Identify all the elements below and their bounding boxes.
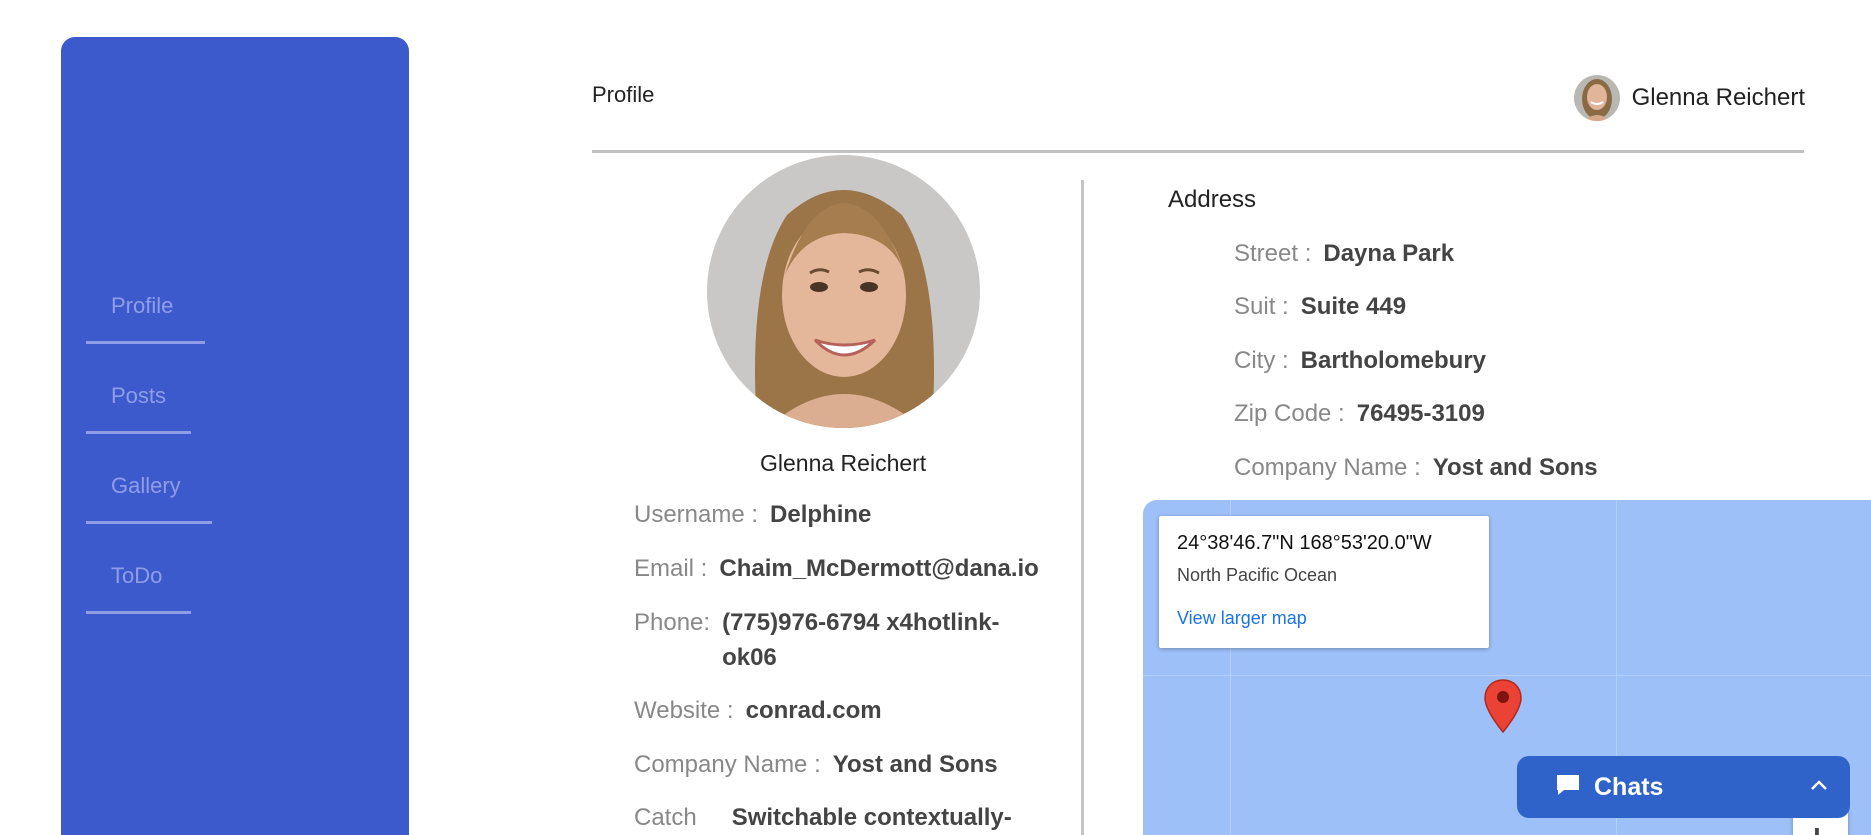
- field-label: Email :: [634, 555, 708, 582]
- sidebar-item-label: Gallery: [111, 473, 181, 498]
- address-company-field: Company Name : Yost and Sons: [1234, 450, 1598, 485]
- field-value: Switchable contextually-: [731, 804, 1012, 831]
- zoom-in-icon: +: [1807, 820, 1827, 835]
- field-label: Street :: [1234, 240, 1312, 267]
- suite-field: Suit : Suite 449: [1234, 289, 1406, 324]
- sidebar-item-profile[interactable]: Profile: [86, 293, 205, 344]
- catchphrase-field: Catch Switchable contextually-: [634, 800, 1012, 835]
- user-menu[interactable]: Glenna Reichert: [1573, 75, 1805, 121]
- profile-photo: [707, 155, 980, 428]
- sidebar-item-label: Posts: [111, 383, 167, 408]
- email-field: Email : Chaim_McDermott@dana.io: [634, 551, 1039, 586]
- field-label: City :: [1234, 347, 1289, 374]
- field-label: Catch: [634, 804, 697, 831]
- nav-underline: [86, 521, 212, 524]
- chats-widget[interactable]: Chats: [1517, 756, 1850, 818]
- user-name: Glenna Reichert: [1631, 84, 1805, 111]
- sidebar-item-todo[interactable]: ToDo: [86, 563, 191, 614]
- map-coordinates: 24°38'46.7"N 168°53'20.0"W: [1177, 532, 1432, 554]
- view-larger-map-link[interactable]: View larger map: [1177, 608, 1471, 629]
- nav-underline: [86, 431, 191, 434]
- map-place-name: North Pacific Ocean: [1177, 565, 1338, 585]
- map-pin-icon[interactable]: [1483, 678, 1523, 739]
- field-label: Suit :: [1234, 293, 1289, 320]
- map-info-card: 24°38'46.7"N 168°53'20.0"W North Pacific…: [1159, 516, 1489, 648]
- sidebar-item-posts[interactable]: Posts: [86, 383, 191, 434]
- address-title: Address: [1168, 186, 1257, 213]
- chat-bubble-icon: [1555, 773, 1581, 802]
- field-label: Website :: [634, 697, 734, 724]
- nav-underline: [86, 611, 191, 614]
- phone-field: Phone: (775)976-6794 x4hotlink-ok06: [634, 605, 1054, 675]
- header-divider: [592, 150, 1804, 153]
- field-value: Chaim_McDermott@dana.io: [719, 555, 1039, 582]
- field-label: Company Name :: [634, 751, 821, 778]
- column-divider: [1081, 180, 1084, 835]
- city-field: City : Bartholomebury: [1234, 343, 1486, 378]
- field-value: Bartholomebury: [1300, 347, 1487, 374]
- field-value: 76495-3109: [1356, 400, 1485, 427]
- street-field: Street : Dayna Park: [1234, 236, 1454, 271]
- field-value: conrad.com: [745, 697, 882, 724]
- chats-label: Chats: [1594, 772, 1664, 801]
- field-label: Phone:: [634, 609, 711, 636]
- nav-underline: [86, 341, 205, 344]
- sidebar-item-label: Profile: [111, 293, 174, 318]
- field-label: Zip Code :: [1234, 400, 1345, 427]
- field-value: Dayna Park: [1323, 240, 1455, 267]
- website-field: Website : conrad.com: [634, 693, 882, 728]
- sidebar: Profile Posts Gallery ToDo: [61, 37, 409, 835]
- sidebar-item-gallery[interactable]: Gallery: [86, 473, 212, 524]
- field-value: Delphine: [770, 501, 872, 528]
- sidebar-item-label: ToDo: [111, 563, 163, 588]
- field-value: Yost and Sons: [832, 751, 998, 778]
- username-field: Username : Delphine: [634, 497, 871, 532]
- chevron-up-icon[interactable]: [1810, 778, 1828, 796]
- company-field: Company Name : Yost and Sons: [634, 747, 998, 782]
- field-label: Username :: [634, 501, 759, 528]
- zipcode-field: Zip Code : 76495-3109: [1234, 396, 1485, 431]
- avatar: [1573, 75, 1620, 121]
- map-gridline: [1143, 675, 1871, 676]
- page-title: Profile: [592, 82, 655, 107]
- field-value: Yost and Sons: [1432, 454, 1598, 481]
- profile-name: Glenna Reichert: [760, 450, 927, 476]
- field-label: Company Name :: [1234, 454, 1421, 481]
- field-value: (775)976-6794 x4hotlink-ok06: [722, 609, 1000, 671]
- field-value: Suite 449: [1300, 293, 1407, 320]
